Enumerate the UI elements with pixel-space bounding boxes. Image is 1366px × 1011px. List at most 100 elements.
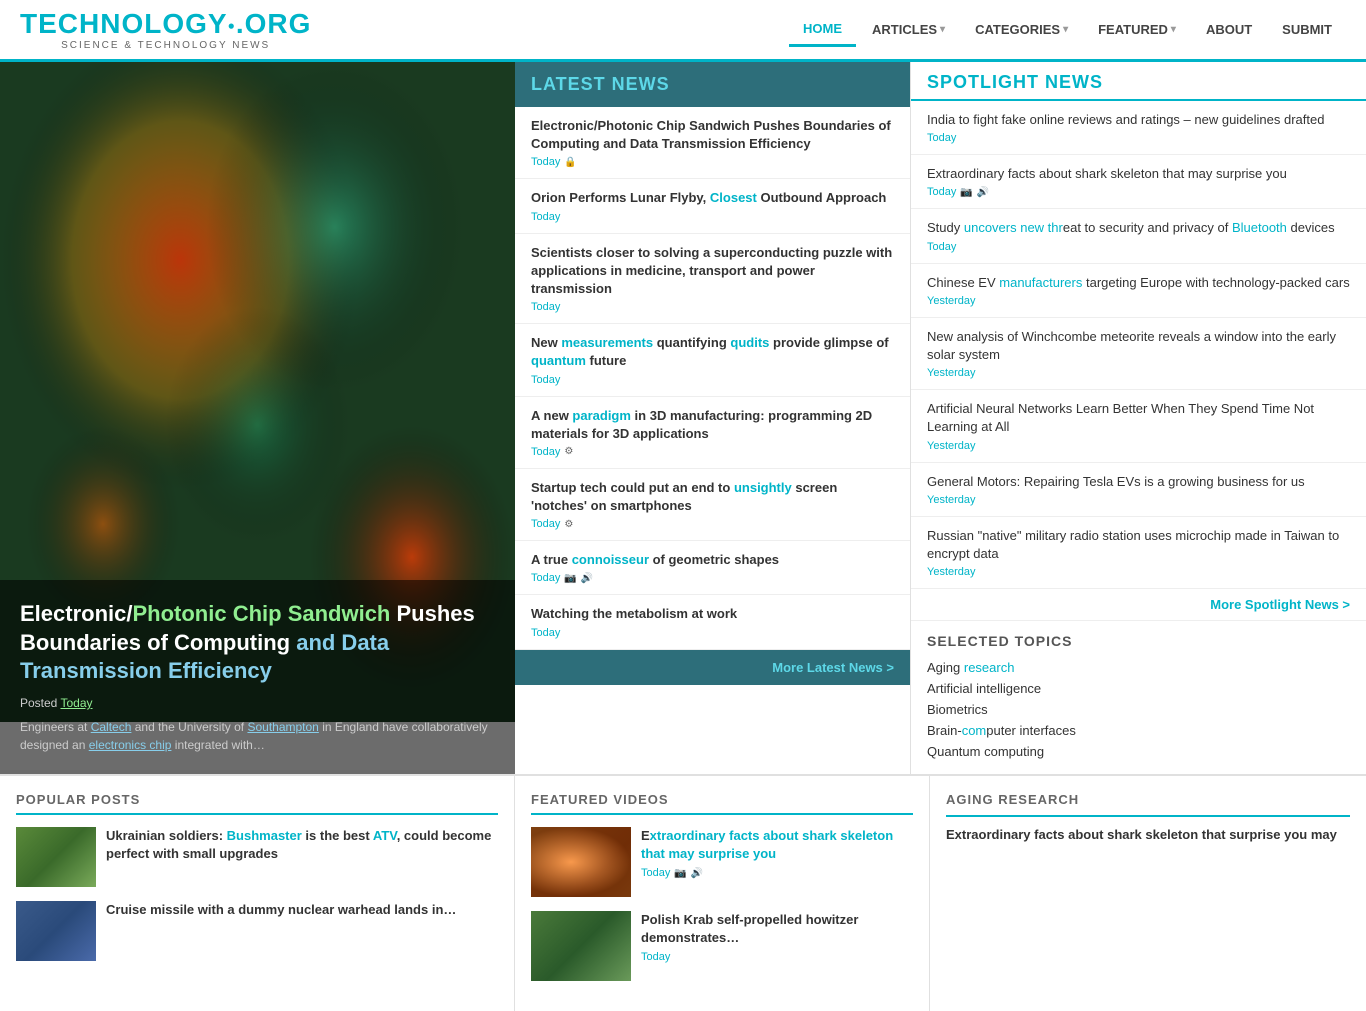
featured-content: Polish Krab self-propelled howitzer demo…	[641, 911, 913, 963]
spotlight-item-date: Yesterday	[927, 566, 1350, 578]
popular-title[interactable]: Cruise missile with a dummy nuclear warh…	[106, 901, 498, 919]
more-spotlight-wrap: More Spotlight News >	[911, 589, 1366, 621]
spotlight-item-date: Today 📷🔊	[927, 186, 1350, 198]
popular-title[interactable]: Ukrainian soldiers: Bushmaster is the be…	[106, 827, 498, 863]
spotlight-item-title[interactable]: New analysis of Winchcombe meteorite rev…	[927, 328, 1350, 364]
latest-item-title[interactable]: New measurements quantifying qudits prov…	[531, 334, 894, 370]
more-latest-wrap: More Latest News >	[515, 650, 910, 685]
spotlight-item: Russian "native" military radio station …	[911, 517, 1366, 589]
nav-categories[interactable]: CATEGORIES ▾	[961, 14, 1082, 45]
featured-date: Today 📷 🔊	[641, 867, 913, 879]
spotlight-item-title[interactable]: India to fight fake online reviews and r…	[927, 111, 1350, 129]
tools-icon: ⚙	[564, 446, 573, 457]
featured-videos-title: FEATURED VIDEOS	[531, 792, 913, 815]
site-tagline: SCIENCE & TECHNOLOGY NEWS	[20, 40, 311, 51]
latest-item-date: Today ⚙	[531, 518, 894, 530]
aging-header: AGING RESEARCH	[946, 792, 1350, 807]
spotlight-item-title[interactable]: Study uncovers new threat to security an…	[927, 219, 1350, 237]
latest-item-title[interactable]: A new paradigm in 3D manufacturing: prog…	[531, 407, 894, 443]
lock-icon: 🔒	[564, 157, 576, 168]
latest-item-date: Today 🔒	[531, 156, 894, 168]
topic-quantum[interactable]: Quantum computing	[927, 741, 1350, 762]
latest-item-title[interactable]: Watching the metabolism at work	[531, 605, 894, 623]
sound-icon: 🔊	[691, 868, 703, 879]
spotlight-item-date: Yesterday	[927, 295, 1350, 307]
chevron-down-icon: ▾	[1171, 24, 1176, 35]
spotlight-item-title[interactable]: Extraordinary facts about shark skeleton…	[927, 165, 1350, 183]
more-latest-link[interactable]: More Latest News >	[772, 660, 894, 675]
latest-item-title[interactable]: Electronic/Photonic Chip Sandwich Pushes…	[531, 117, 894, 153]
latest-item-title[interactable]: Orion Performs Lunar Flyby, Closest Outb…	[531, 189, 894, 207]
latest-item-date: Today	[531, 301, 894, 313]
video-icon: 📷	[564, 573, 576, 584]
nav-submit[interactable]: SUBMIT	[1268, 14, 1346, 45]
topic-aging[interactable]: Aging research	[927, 657, 1350, 678]
spotlight-item: India to fight fake online reviews and r…	[911, 101, 1366, 155]
featured-title[interactable]: Polish Krab self-propelled howitzer demo…	[641, 911, 913, 947]
latest-item-date: Today	[531, 627, 894, 639]
video-icon: 📷	[674, 868, 686, 879]
nav-home[interactable]: HOME	[789, 13, 856, 47]
featured-title[interactable]: Extraordinary facts about shark skeleton…	[641, 827, 913, 863]
nav-featured[interactable]: FEATURED ▾	[1084, 14, 1190, 45]
spotlight-item: Chinese EV manufacturers targeting Europ…	[911, 264, 1366, 318]
spotlight-item-title[interactable]: General Motors: Repairing Tesla EVs is a…	[927, 473, 1350, 491]
spotlight-item: Artificial Neural Networks Learn Better …	[911, 390, 1366, 462]
popular-thumb	[16, 901, 96, 961]
popular-posts-section: POPULAR POSTS Ukrainian soldiers: Bushma…	[0, 776, 515, 1011]
topic-bci[interactable]: Brain-computer interfaces	[927, 720, 1350, 741]
selected-topics-section: SELECTED TOPICS Aging research Artificia…	[911, 621, 1366, 774]
howitzer-thumbnail	[531, 911, 631, 981]
latest-news-section: LATEST NEWS Electronic/Photonic Chip San…	[515, 62, 910, 774]
latest-item: A true connoisseur of geometric shapes T…	[515, 541, 910, 595]
video-icon: 📷	[960, 187, 972, 198]
list-item: Ukrainian soldiers: Bushmaster is the be…	[16, 827, 498, 887]
hero-section: Electronic/Photonic Chip Sandwich Pushes…	[0, 62, 515, 774]
list-item: Cruise missile with a dummy nuclear warh…	[16, 901, 498, 961]
spotlight-item-date: Today	[927, 132, 1350, 144]
missile-thumbnail	[16, 901, 96, 961]
latest-item: Scientists closer to solving a supercond…	[515, 234, 910, 325]
latest-item-date: Today ⚙	[531, 446, 894, 458]
hero-title[interactable]: Electronic/Photonic Chip Sandwich Pushes…	[20, 600, 495, 686]
spotlight-item: Study uncovers new threat to security an…	[911, 209, 1366, 263]
latest-item-title[interactable]: Scientists closer to solving a supercond…	[531, 244, 894, 299]
list-item: Extraordinary facts about shark skeleton…	[531, 827, 913, 897]
spotlight-item-title[interactable]: Artificial Neural Networks Learn Better …	[927, 400, 1350, 436]
spotlight-section: SPOTLIGHT NEWS India to fight fake onlin…	[910, 62, 1366, 774]
latest-item-date: Today	[531, 211, 894, 223]
featured-date: Today	[641, 951, 913, 963]
featured-videos-section: FEATURED VIDEOS Extraordinary facts abou…	[515, 776, 930, 1011]
spotlight-item: Extraordinary facts about shark skeleton…	[911, 155, 1366, 209]
hero-date[interactable]: Today	[60, 696, 92, 710]
nav-about[interactable]: ABOUT	[1192, 14, 1266, 45]
aging-title[interactable]: Extraordinary facts about shark skeleton…	[946, 827, 1350, 842]
site-name: TECHNOLOGY●.ORG	[20, 8, 311, 40]
latest-item-title[interactable]: A true connoisseur of geometric shapes	[531, 551, 894, 569]
spotlight-item: General Motors: Repairing Tesla EVs is a…	[911, 463, 1366, 517]
latest-item: A new paradigm in 3D manufacturing: prog…	[515, 397, 910, 469]
nav-articles[interactable]: ARTICLES ▾	[858, 14, 959, 45]
spotlight-item-title[interactable]: Chinese EV manufacturers targeting Europ…	[927, 274, 1350, 292]
latest-news-header: LATEST NEWS	[515, 62, 910, 107]
hero-meta: Posted Today	[20, 696, 495, 710]
hero-description: Engineers at Caltech and the University …	[20, 718, 495, 754]
spotlight-item-date: Today	[927, 241, 1350, 253]
shark-thumbnail	[531, 827, 631, 897]
header: TECHNOLOGY●.ORG SCIENCE & TECHNOLOGY NEW…	[0, 0, 1366, 62]
spotlight-item-title[interactable]: Russian "native" military radio station …	[927, 527, 1350, 563]
latest-item: Electronic/Photonic Chip Sandwich Pushes…	[515, 107, 910, 179]
more-spotlight-link[interactable]: More Spotlight News >	[1210, 597, 1350, 612]
latest-item: New measurements quantifying qudits prov…	[515, 324, 910, 396]
bottom-section: POPULAR POSTS Ukrainian soldiers: Bushma…	[0, 774, 1366, 1011]
tools-icon: ⚙	[564, 519, 573, 530]
chevron-down-icon: ▾	[940, 24, 945, 35]
topic-ai[interactable]: Artificial intelligence	[927, 678, 1350, 699]
topic-biometrics[interactable]: Biometrics	[927, 699, 1350, 720]
popular-content: Ukrainian soldiers: Bushmaster is the be…	[106, 827, 498, 863]
spotlight-header: SPOTLIGHT NEWS	[911, 62, 1366, 101]
spotlight-item-date: Yesterday	[927, 367, 1350, 379]
chevron-down-icon: ▾	[1063, 24, 1068, 35]
main-content: Electronic/Photonic Chip Sandwich Pushes…	[0, 62, 1366, 774]
latest-item-title[interactable]: Startup tech could put an end to unsight…	[531, 479, 894, 515]
